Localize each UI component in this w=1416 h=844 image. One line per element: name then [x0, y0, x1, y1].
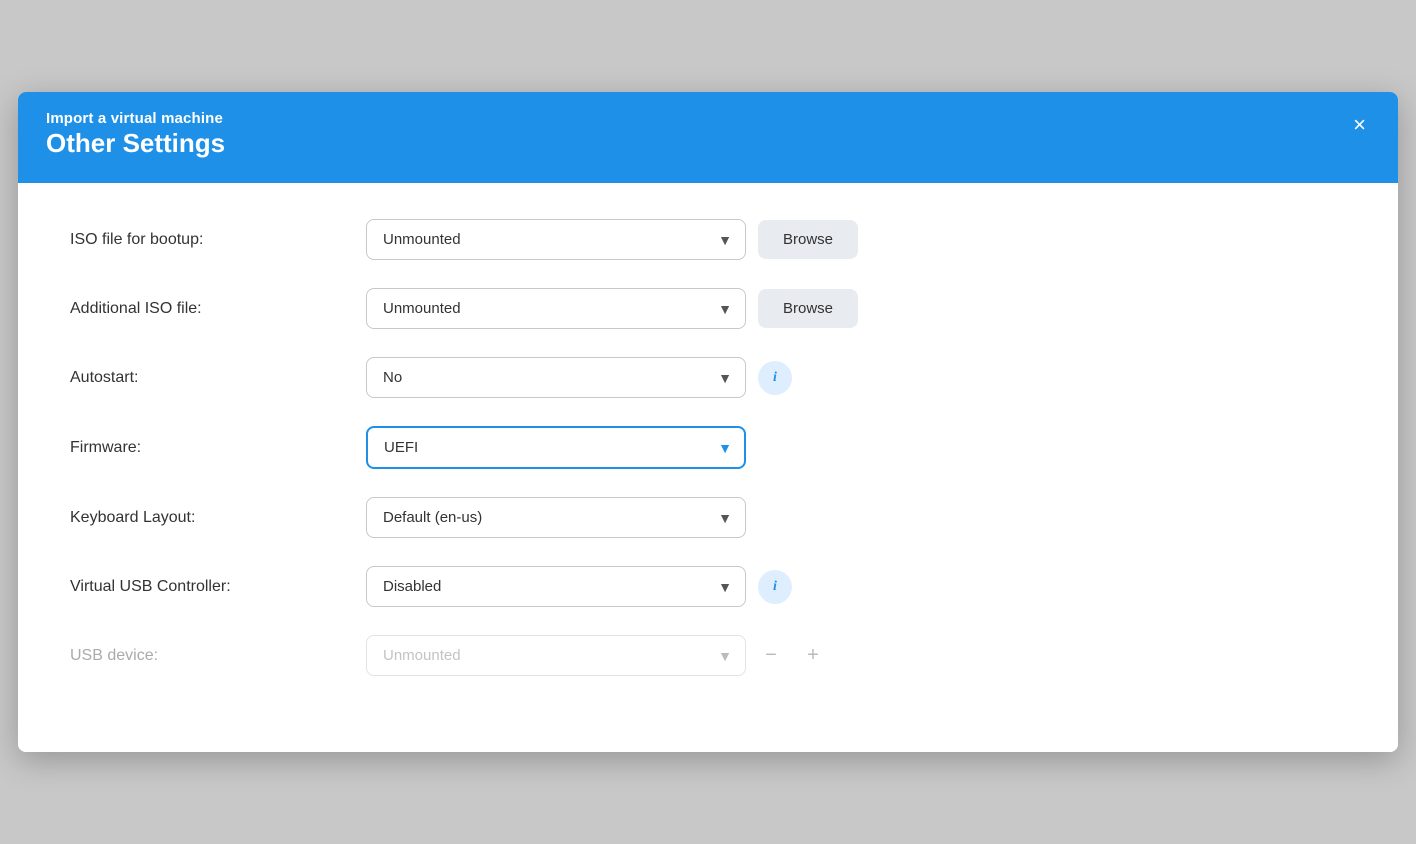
firmware-row: Firmware: UEFI BIOS ▼	[70, 426, 1346, 469]
dialog-header: Import a virtual machine × Other Setting…	[18, 92, 1398, 183]
keyboard-layout-select-wrapper: Default (en-us) ▼	[366, 497, 746, 538]
usb-device-row: USB device: Unmounted ▼ − +	[70, 635, 1346, 676]
firmware-controls: UEFI BIOS ▼	[366, 426, 1346, 469]
virtual-usb-row: Virtual USB Controller: Disabled Enabled…	[70, 566, 1346, 607]
dialog-title: Import a virtual machine	[46, 110, 223, 127]
autostart-select[interactable]: No Yes	[366, 357, 746, 398]
iso-bootup-controls: Unmounted ▼ Browse	[366, 219, 1346, 260]
additional-iso-row: Additional ISO file: Unmounted ▼ Browse	[70, 288, 1346, 329]
virtual-usb-select-wrapper: Disabled Enabled ▼	[366, 566, 746, 607]
usb-device-label: USB device:	[70, 647, 350, 665]
autostart-controls: No Yes ▼ i	[366, 357, 1346, 398]
firmware-select[interactable]: UEFI BIOS	[366, 426, 746, 469]
autostart-label: Autostart:	[70, 369, 350, 387]
autostart-info-icon[interactable]: i	[758, 361, 792, 395]
autostart-row: Autostart: No Yes ▼ i	[70, 357, 1346, 398]
usb-device-add-button[interactable]: +	[796, 639, 830, 673]
firmware-select-wrapper: UEFI BIOS ▼	[366, 426, 746, 469]
virtual-usb-select[interactable]: Disabled Enabled	[366, 566, 746, 607]
usb-device-remove-button[interactable]: −	[754, 639, 788, 673]
iso-bootup-select[interactable]: Unmounted	[366, 219, 746, 260]
additional-iso-select-wrapper: Unmounted ▼	[366, 288, 746, 329]
additional-iso-controls: Unmounted ▼ Browse	[366, 288, 1346, 329]
dialog-body: ISO file for bootup: Unmounted ▼ Browse …	[18, 183, 1398, 752]
virtual-usb-info-icon[interactable]: i	[758, 570, 792, 604]
virtual-usb-controls: Disabled Enabled ▼ i	[366, 566, 1346, 607]
usb-device-select[interactable]: Unmounted	[366, 635, 746, 676]
iso-bootup-row: ISO file for bootup: Unmounted ▼ Browse	[70, 219, 1346, 260]
keyboard-layout-row: Keyboard Layout: Default (en-us) ▼	[70, 497, 1346, 538]
keyboard-layout-label: Keyboard Layout:	[70, 509, 350, 527]
keyboard-layout-select[interactable]: Default (en-us)	[366, 497, 746, 538]
iso-bootup-browse-button[interactable]: Browse	[758, 220, 858, 259]
close-button[interactable]: ×	[1345, 110, 1374, 140]
autostart-select-wrapper: No Yes ▼	[366, 357, 746, 398]
keyboard-layout-controls: Default (en-us) ▼	[366, 497, 1346, 538]
iso-bootup-select-wrapper: Unmounted ▼	[366, 219, 746, 260]
additional-iso-label: Additional ISO file:	[70, 300, 350, 318]
virtual-usb-label: Virtual USB Controller:	[70, 578, 350, 596]
usb-device-select-wrapper: Unmounted ▼	[366, 635, 746, 676]
usb-device-controls: Unmounted ▼ − +	[366, 635, 1346, 676]
section-title: Other Settings	[46, 128, 1370, 159]
additional-iso-select[interactable]: Unmounted	[366, 288, 746, 329]
iso-bootup-label: ISO file for bootup:	[70, 231, 350, 249]
additional-iso-browse-button[interactable]: Browse	[758, 289, 858, 328]
import-vm-dialog: Import a virtual machine × Other Setting…	[18, 92, 1398, 752]
firmware-label: Firmware:	[70, 439, 350, 457]
